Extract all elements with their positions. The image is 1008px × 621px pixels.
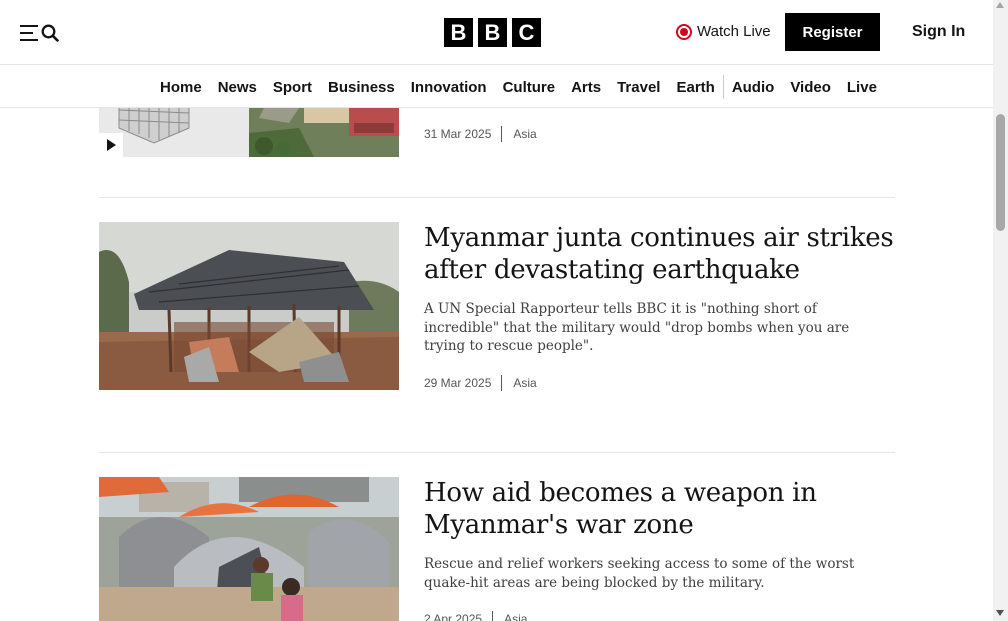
scroll-up-arrow-icon[interactable] bbox=[996, 2, 1004, 8]
menu-search-button[interactable] bbox=[20, 20, 64, 46]
nav-item-business[interactable]: Business bbox=[320, 79, 403, 96]
article-headline[interactable]: How aid becomes a weapon in Myanmar's wa… bbox=[424, 477, 894, 541]
article-date: 29 Mar 2025 bbox=[424, 375, 492, 390]
menu-icon bbox=[20, 25, 38, 41]
article-image[interactable] bbox=[99, 477, 399, 621]
meta-divider bbox=[501, 374, 503, 391]
article-meta: 29 Mar 2025 Asia bbox=[424, 374, 894, 391]
article-info: Myanmar junta continues air strikes afte… bbox=[424, 222, 894, 391]
article-info: How aid becomes a weapon in Myanmar's wa… bbox=[424, 477, 894, 621]
nav-item-travel[interactable]: Travel bbox=[609, 79, 668, 96]
article-meta: 2 Apr 2025 Asia bbox=[424, 611, 894, 621]
nav-item-sport[interactable]: Sport bbox=[265, 79, 320, 96]
article-divider bbox=[99, 452, 895, 453]
bbc-logo[interactable]: B B C bbox=[444, 18, 541, 47]
article-image[interactable] bbox=[99, 108, 399, 157]
meta-divider bbox=[501, 126, 503, 142]
page-scrollbar[interactable] bbox=[993, 0, 1008, 621]
article-list: 31 Mar 2025 Asia Myanmar junta continues… bbox=[0, 108, 993, 621]
article-image[interactable] bbox=[99, 222, 399, 390]
tents-umbrellas-image bbox=[99, 477, 399, 621]
live-icon bbox=[676, 23, 692, 40]
article-date: 2 Apr 2025 bbox=[424, 612, 483, 621]
nav-item-innovation[interactable]: Innovation bbox=[403, 79, 495, 96]
article-card[interactable]: How aid becomes a weapon in Myanmar's wa… bbox=[99, 477, 895, 621]
nav-item-earth[interactable]: Earth bbox=[668, 79, 722, 96]
logo-letter: C bbox=[512, 18, 541, 47]
top-bar: B B C Watch Live Register Sign In bbox=[0, 0, 993, 65]
register-button[interactable]: Register bbox=[785, 13, 880, 51]
article-date: 31 Mar 2025 bbox=[424, 127, 492, 141]
video-play-button[interactable] bbox=[99, 133, 123, 157]
article-info: 31 Mar 2025 Asia bbox=[424, 126, 894, 142]
nav-item-home[interactable]: Home bbox=[152, 79, 210, 96]
article-card[interactable]: Myanmar junta continues air strikes afte… bbox=[99, 222, 895, 442]
article-summary: A UN Special Rapporteur tells BBC it is … bbox=[424, 301, 850, 354]
article-divider bbox=[99, 197, 895, 198]
main-nav: Home News Sport Business Innovation Cult… bbox=[0, 66, 993, 108]
article-headline[interactable]: Myanmar junta continues air strikes afte… bbox=[424, 222, 894, 286]
article-card[interactable]: 31 Mar 2025 Asia bbox=[99, 108, 895, 158]
meta-divider bbox=[492, 611, 494, 621]
sign-in-link[interactable]: Sign In bbox=[912, 23, 965, 41]
nav-item-live[interactable]: Live bbox=[839, 79, 885, 96]
article-region-link[interactable]: Asia bbox=[513, 376, 536, 390]
article-region-link[interactable]: Asia bbox=[504, 612, 527, 621]
nav-item-news[interactable]: News bbox=[210, 79, 265, 96]
destroyed-building-image bbox=[99, 222, 399, 390]
earthquake-split-image bbox=[99, 108, 399, 157]
nav-item-video[interactable]: Video bbox=[782, 79, 839, 96]
play-icon bbox=[107, 139, 116, 151]
scroll-down-arrow-icon[interactable] bbox=[996, 610, 1004, 616]
article-region-link[interactable]: Asia bbox=[513, 127, 536, 141]
search-icon bbox=[41, 24, 59, 42]
watch-live-link[interactable]: Watch Live bbox=[676, 23, 771, 40]
article-meta: 31 Mar 2025 Asia bbox=[424, 126, 894, 142]
logo-letter: B bbox=[444, 18, 473, 47]
article-summary: Rescue and relief workers seeking access… bbox=[424, 556, 855, 591]
scrollbar-thumb[interactable] bbox=[996, 114, 1005, 231]
nav-item-arts[interactable]: Arts bbox=[563, 79, 609, 96]
watch-live-label: Watch Live bbox=[697, 23, 771, 40]
logo-letter: B bbox=[478, 18, 507, 47]
nav-item-audio[interactable]: Audio bbox=[724, 79, 783, 96]
nav-item-culture[interactable]: Culture bbox=[495, 79, 564, 96]
